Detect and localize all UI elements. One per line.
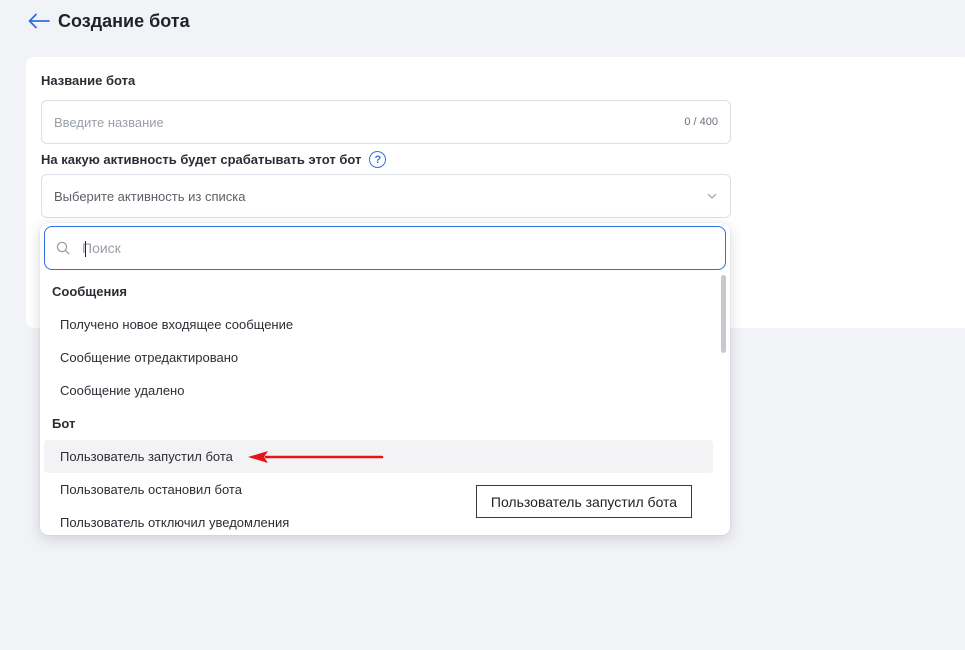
- annotation-arrow-icon: [248, 451, 384, 463]
- option-message-deleted[interactable]: Сообщение удалено: [44, 374, 713, 407]
- activity-label-text: На какую активность будет срабатывать эт…: [41, 152, 362, 167]
- text-caret: [85, 241, 87, 257]
- chevron-down-icon: [706, 190, 718, 202]
- activity-select-placeholder: Выберите активность из списка: [54, 188, 246, 204]
- header: Создание бота: [28, 8, 190, 34]
- activity-select[interactable]: Выберите активность из списка: [41, 174, 731, 218]
- back-button[interactable]: [28, 10, 50, 32]
- group-title-bot: Бот: [52, 416, 76, 431]
- question-circle-icon[interactable]: ?: [369, 151, 387, 168]
- char-counter: 0 / 400: [684, 116, 718, 128]
- option-tooltip: Пользователь запустил бота: [476, 485, 692, 518]
- option-message-edited[interactable]: Сообщение отредактировано: [44, 341, 713, 374]
- search-field[interactable]: [44, 226, 726, 270]
- option-new-incoming-message[interactable]: Получено новое входящее сообщение: [44, 308, 713, 341]
- activity-label: На какую активность будет срабатывать эт…: [41, 151, 387, 168]
- page-title: Создание бота: [58, 10, 190, 31]
- dropdown-scrollbar[interactable]: [721, 275, 726, 353]
- search-input[interactable]: [82, 240, 725, 256]
- bot-name-label: Название бота: [41, 73, 136, 88]
- bot-name-field[interactable]: 0 / 400: [41, 100, 731, 144]
- bot-name-input[interactable]: [54, 114, 685, 130]
- group-title-messages: Сообщения: [52, 284, 127, 299]
- arrow-left-icon: [28, 13, 50, 29]
- search-icon: [56, 241, 70, 255]
- page: Создание бота Название бота 0 / 400 На к…: [0, 0, 965, 650]
